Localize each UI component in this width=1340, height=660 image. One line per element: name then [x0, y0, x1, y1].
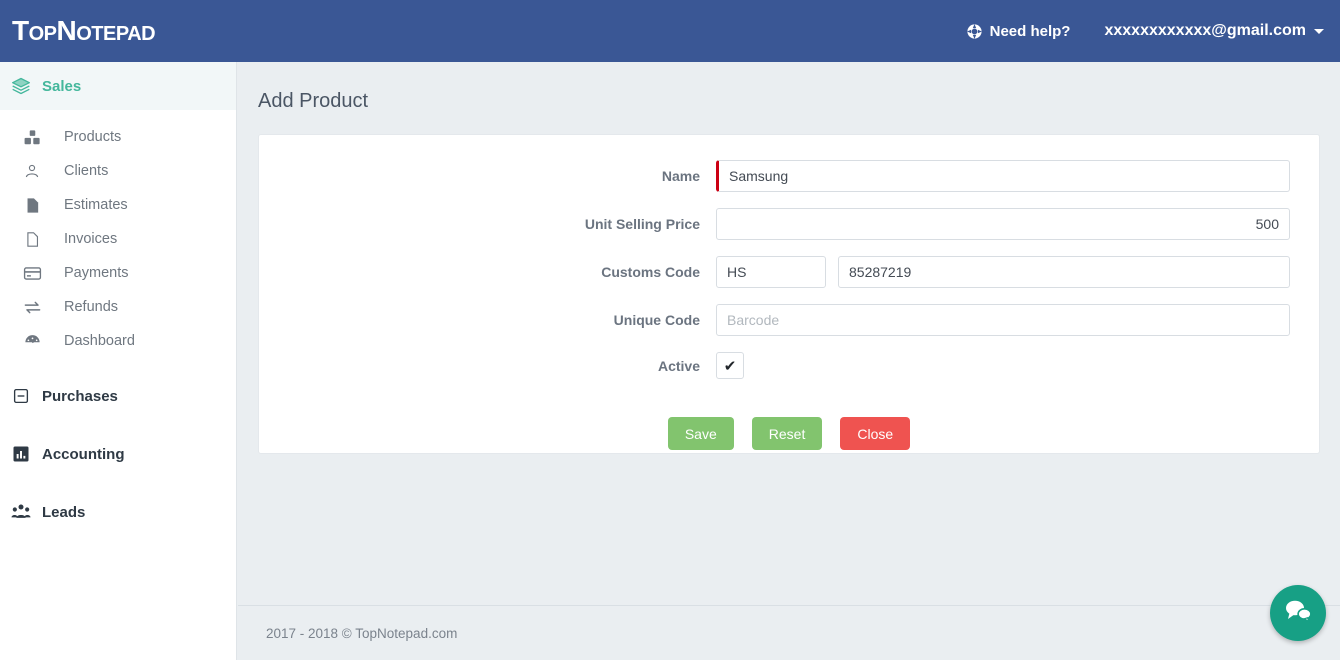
sidebar-item-clients[interactable]: Clients [0, 154, 236, 188]
active-checkbox[interactable]: ✔ [716, 352, 744, 379]
sidebar-group-sales[interactable]: Sales [0, 62, 236, 110]
customs-code-label: Customs Code [601, 264, 700, 280]
sidebar-item-label: Refunds [64, 299, 119, 315]
need-help-button[interactable]: Need help? [966, 22, 1071, 40]
sidebar-group-leads[interactable]: Leads [0, 488, 236, 536]
sidebar-item-label: Invoices [64, 231, 118, 247]
sidebar-group-accounting[interactable]: Accounting [0, 430, 236, 478]
chat-bubbles-icon [1283, 598, 1313, 629]
form-row-active: Active ✔ [259, 352, 1319, 379]
exchange-arrows-icon [0, 298, 64, 317]
customs-code-value-input[interactable] [838, 256, 1290, 288]
form-actions: Save Reset Close [259, 417, 1319, 450]
minus-square-icon [0, 387, 42, 405]
form-row-unique-code: Unique Code [259, 304, 1319, 336]
form-row-name: Name [259, 160, 1319, 192]
sidebar-item-label: Clients [64, 163, 109, 179]
credit-card-icon [0, 264, 64, 283]
sidebar-item-refunds[interactable]: Refunds [0, 290, 236, 324]
sidebar-group-purchases[interactable]: Purchases [0, 372, 236, 420]
sidebar-item-dashboard[interactable]: Dashboard [0, 324, 236, 358]
footer: 2017 - 2018 © TopNotepad.com [238, 605, 1340, 660]
form-row-customs-code: Customs Code [259, 256, 1319, 288]
file-outline-icon [0, 231, 64, 248]
lifebuoy-icon [966, 23, 983, 40]
footer-copyright: 2017 - 2018 © TopNotepad.com [266, 625, 458, 641]
sidebar-item-products[interactable]: Products [0, 120, 236, 154]
close-button[interactable]: Close [840, 417, 911, 450]
customs-code-prefix-input[interactable] [716, 256, 826, 288]
reset-button[interactable]: Reset [751, 417, 823, 450]
sidebar-item-label: Payments [64, 265, 129, 281]
sidebar-group-label: Purchases [42, 387, 118, 405]
sidebar-group-label: Accounting [42, 445, 125, 463]
user-circle-icon [0, 162, 64, 180]
unit-selling-price-input[interactable] [716, 208, 1290, 240]
unique-code-input[interactable] [716, 304, 1290, 336]
need-help-label: Need help? [989, 22, 1071, 40]
chevron-down-icon [1314, 28, 1324, 34]
sidebar-item-label: Dashboard [64, 333, 135, 349]
file-filled-icon [0, 197, 64, 214]
page-title: Add Product [258, 90, 369, 112]
sidebar-item-estimates[interactable]: Estimates [0, 188, 236, 222]
name-label: Name [661, 168, 700, 184]
user-account-menu[interactable]: xxxxxxxxxxxx@gmail.com [1104, 22, 1324, 40]
name-input[interactable] [716, 160, 1290, 192]
unit-selling-price-label: Unit Selling Price [584, 216, 700, 232]
sidebar: Sales Products Clients Estimates Invoice… [0, 62, 237, 660]
app-logo[interactable]: TopNotepad [12, 17, 156, 45]
sidebar-item-label: Estimates [64, 197, 128, 213]
user-email-label: xxxxxxxxxxxx@gmail.com [1104, 22, 1306, 39]
header-right-cluster: Need help? xxxxxxxxxxxx@gmail.com [966, 22, 1340, 40]
sidebar-item-payments[interactable]: Payments [0, 256, 236, 290]
save-button[interactable]: Save [667, 417, 734, 450]
gauge-icon [0, 332, 64, 351]
unique-code-label: Unique Code [613, 312, 700, 328]
layers-icon [0, 76, 42, 96]
top-header-bar: TopNotepad Need help? xxxxxxxxxxxx@gmail… [0, 0, 1340, 62]
add-product-form-card: Name Unit Selling Price Customs Code Uni… [258, 134, 1320, 454]
active-label: Active [657, 357, 700, 374]
sidebar-group-label: Leads [42, 503, 86, 521]
main-content: Add Product Name Unit Selling Price Cust… [238, 62, 1340, 660]
check-icon: ✔ [723, 357, 737, 375]
cubes-icon [0, 128, 64, 147]
sidebar-group-label: Sales [42, 77, 82, 95]
sidebar-item-invoices[interactable]: Invoices [0, 222, 236, 256]
sidebar-item-label: Products [64, 129, 122, 145]
bar-chart-icon [0, 445, 42, 463]
chat-widget-button[interactable] [1270, 585, 1326, 641]
form-row-unit-selling-price: Unit Selling Price [259, 208, 1319, 240]
users-group-icon [0, 502, 42, 522]
